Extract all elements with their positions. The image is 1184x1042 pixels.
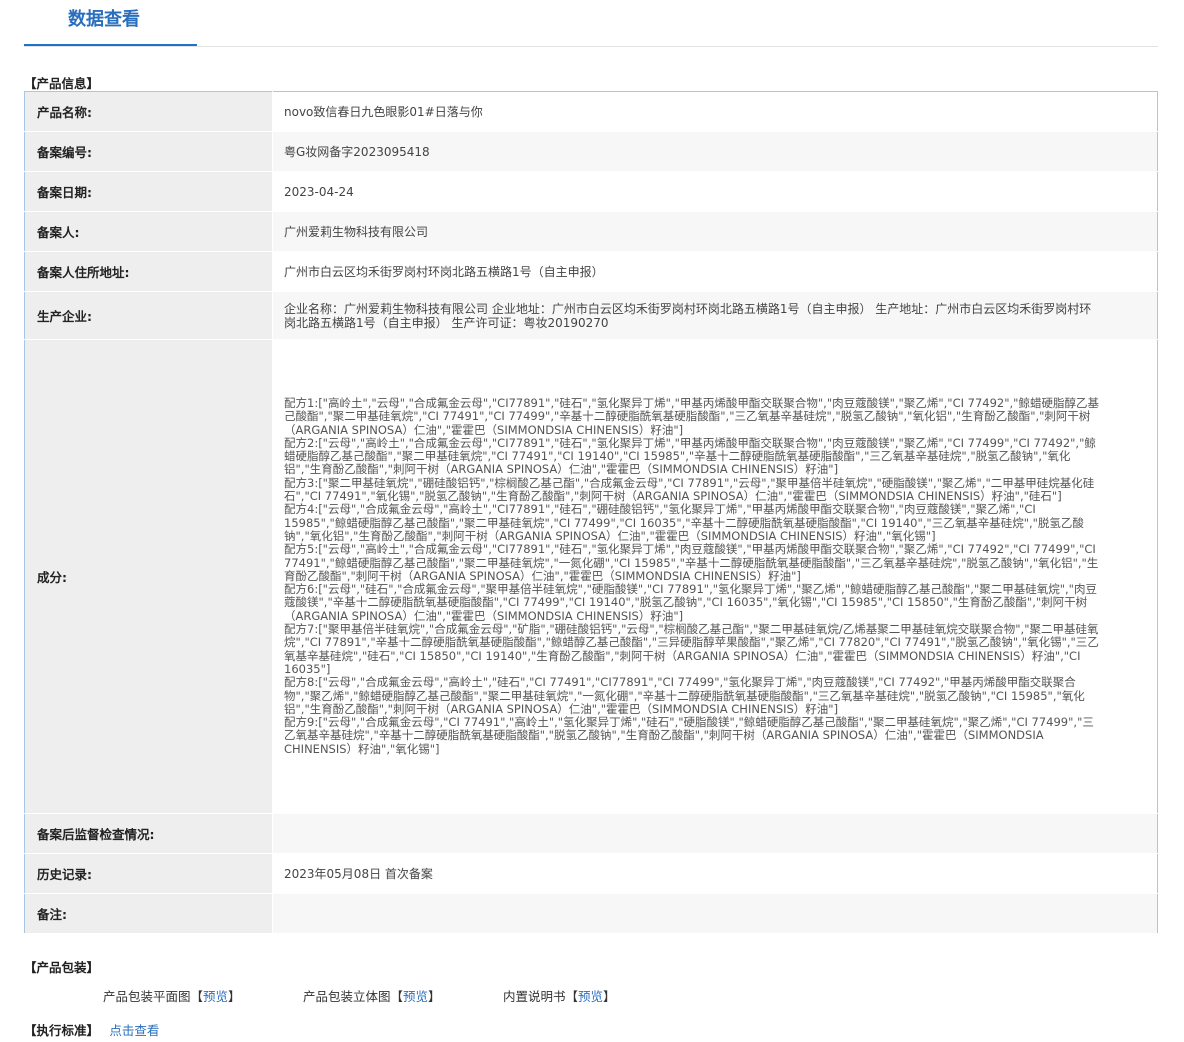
packaging-item-label: 产品包装平面图 <box>103 989 191 1004</box>
bracket-close: 】 <box>228 989 241 1004</box>
table-row: 备案人: 广州爱莉生物科技有限公司 <box>24 211 1158 252</box>
row-label: 备注: <box>24 893 273 934</box>
product-info-table: 产品名称: novo致信春日九色眼影01#日落与你 备案编号: 粤G妆网备字20… <box>24 91 1158 934</box>
table-row: 备案后监督检查情况: <box>24 813 1158 854</box>
row-label: 备案编号: <box>24 131 273 172</box>
tab-data-view[interactable]: 数据查看 <box>24 0 197 46</box>
table-row: 历史记录: 2023年05月08日 首次备案 <box>24 853 1158 894</box>
table-row: 备案人住所地址: 广州市白云区均禾街罗岗村环岗北路五横路1号（自主申报） <box>24 251 1158 292</box>
product-name-value: novo致信春日九色眼影01#日落与你 <box>272 91 1158 132</box>
bracket-close: 】 <box>603 989 616 1004</box>
packaging-item-flat: 产品包装平面图【预览】 <box>103 986 241 1005</box>
ingredients-value: 配方1:["高岭土","云母","合成氟金云母","CI77891","硅石",… <box>272 339 1158 814</box>
table-row: 备注: <box>24 893 1158 934</box>
row-label: 历史记录: <box>24 853 273 894</box>
row-label: 备案后监督检查情况: <box>24 813 273 854</box>
registrant-address-value: 广州市白云区均禾街罗岗村环岗北路五横路1号（自主申报） <box>272 251 1158 292</box>
remarks-value <box>272 893 1158 934</box>
bracket-open: 【 <box>390 989 404 1004</box>
formula-text: 配方6:["云母","硅石","合成氟金云母","聚甲基倍半硅氧烷","硬脂酸镁… <box>284 582 1097 623</box>
standard-section-title: 【执行标准】 <box>24 1023 100 1038</box>
manufacturer-value: 企业名称：广州爱莉生物科技有限公司 企业地址：广州市白云区均禾街罗岗村环岗北路五… <box>272 291 1158 340</box>
product-info-section-title: 【产品信息】 <box>24 76 100 91</box>
formula-text: 配方9:["云母","合成氟金云母","CI 77491","高岭土","氢化聚… <box>284 715 1094 756</box>
formula-text: 配方2:["云母","高岭土","合成氟金云母","CI77891","硅石",… <box>284 435 1096 477</box>
standard-section: 【执行标准】 点击查看 <box>24 1020 159 1039</box>
table-row: 产品名称: novo致信春日九色眼影01#日落与你 <box>24 91 1158 132</box>
formula-text: 配方4:["云母","合成氟金云母","高岭土","CI77891","硅石",… <box>284 502 1084 543</box>
bracket-close: 】 <box>428 989 441 1004</box>
registrant-value: 广州爱莉生物科技有限公司 <box>272 211 1158 252</box>
packaging-item-manual: 内置说明书【预览】 <box>503 986 616 1005</box>
packaging-item-label: 内置说明书 <box>503 989 566 1004</box>
row-label: 产品名称: <box>24 91 273 132</box>
table-row: 备案编号: 粤G妆网备字2023095418 <box>24 131 1158 172</box>
packaging-item-label: 产品包装立体图 <box>303 989 391 1004</box>
row-label: 成分: <box>24 339 273 814</box>
record-number-value: 粤G妆网备字2023095418 <box>272 131 1158 172</box>
preview-link[interactable]: 预览 <box>203 989 228 1004</box>
formula-text: 配方5:["云母","高岭土","合成氟金云母","CI77891","硅石",… <box>284 542 1099 583</box>
packaging-item-3d: 产品包装立体图【预览】 <box>303 986 441 1005</box>
bracket-open: 【 <box>565 989 579 1004</box>
preview-link[interactable]: 预览 <box>403 989 428 1004</box>
page-header: 数据查看 <box>24 0 1158 47</box>
preview-link[interactable]: 预览 <box>578 989 603 1004</box>
row-label: 备案日期: <box>24 171 273 212</box>
packaging-section-title: 【产品包装】 <box>24 960 100 975</box>
view-standard-link[interactable]: 点击查看 <box>109 1023 159 1038</box>
bracket-open: 【 <box>190 989 204 1004</box>
inspection-value <box>272 813 1158 854</box>
table-row: 备案日期: 2023-04-24 <box>24 171 1158 212</box>
formula-text: 配方8:["云母","合成氟金云母","高岭土","硅石","CI 77491"… <box>284 675 1085 716</box>
formula-text: 配方7:["聚甲基倍半硅氧烷","合成氟金云母","矿脂","硼硅酸铝钙","云… <box>284 622 1099 676</box>
row-label: 备案人住所地址: <box>24 251 273 292</box>
table-row: 生产企业: 企业名称：广州爱莉生物科技有限公司 企业地址：广州市白云区均禾街罗岗… <box>24 291 1158 340</box>
page-title: 数据查看 <box>68 9 140 30</box>
formula-text: 配方1:["高岭土","云母","合成氟金云母","CI77891","硅石",… <box>284 395 1099 437</box>
record-date-value: 2023-04-24 <box>272 171 1158 212</box>
formula-text: 配方3:["聚二甲基硅氧烷","硼硅酸铝钙","棕榈酸乙基己酯","合成氟金云母… <box>284 475 1095 504</box>
row-label: 备案人: <box>24 211 273 252</box>
history-value: 2023年05月08日 首次备案 <box>272 853 1158 894</box>
table-row: 成分: 配方1:["高岭土","云母","合成氟金云母","CI77891","… <box>24 339 1158 814</box>
row-label: 生产企业: <box>24 291 273 340</box>
